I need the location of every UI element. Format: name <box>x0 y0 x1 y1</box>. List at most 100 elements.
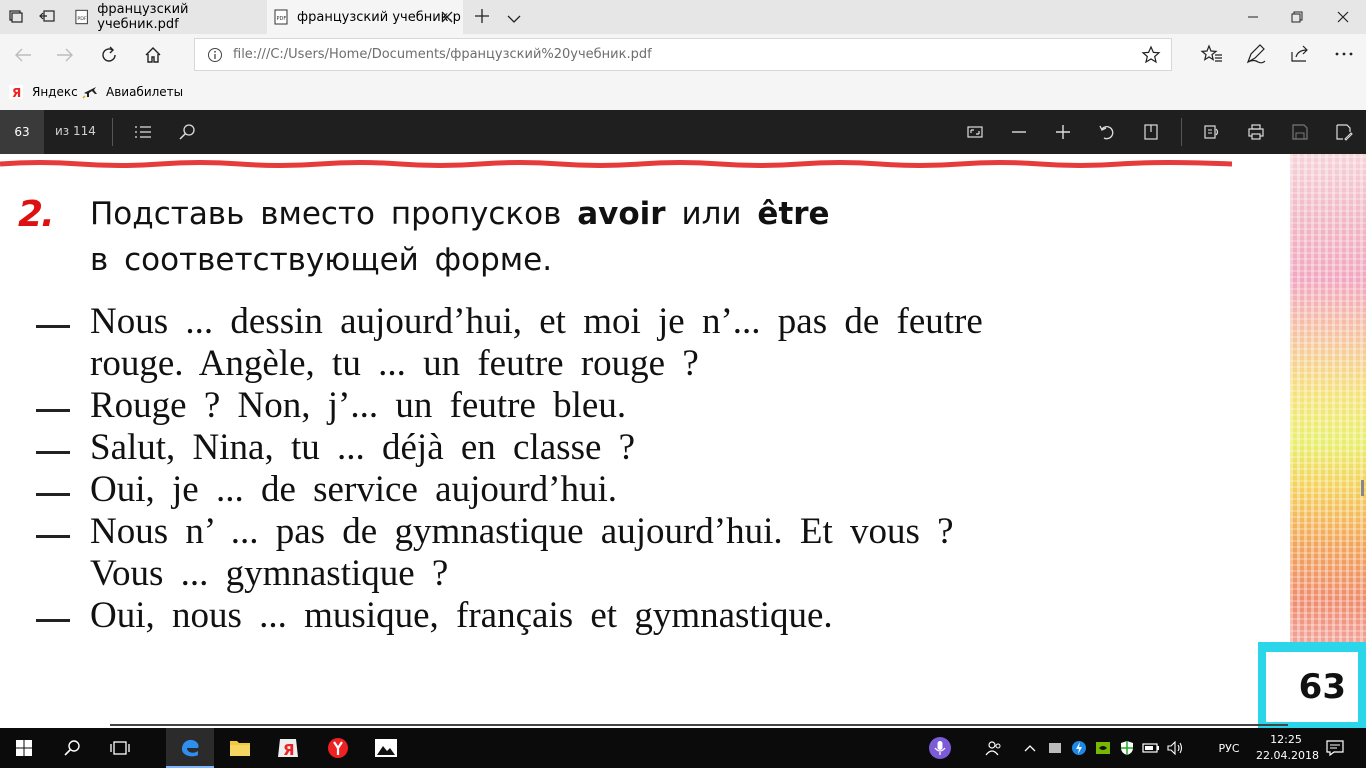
battery-button[interactable] <box>1142 728 1160 768</box>
airplane-icon <box>82 87 97 99</box>
windows-taskbar: Я РУС 12:25 22.04.2018 <box>0 728 1366 768</box>
table-of-contents-button[interactable] <box>127 116 159 148</box>
tab-pdf-2[interactable]: PDF французский учебник.p <box>267 0 463 34</box>
favorites-bar: Я Яндекс Авиабилеты <box>0 76 1366 110</box>
clock-date: 22.04.2018 <box>1256 749 1319 762</box>
dialogue-line: Nous n’ ... pas de gymnastique aujourd’h… <box>90 511 954 552</box>
start-button[interactable] <box>0 728 48 768</box>
save-as-icon <box>1336 124 1353 141</box>
show-hidden-icons-button[interactable] <box>1020 728 1040 768</box>
new-tab-icon[interactable] <box>474 8 490 28</box>
taskbar-yandex-browser[interactable]: Я <box>264 728 312 768</box>
zoom-in-button[interactable] <box>1047 116 1079 148</box>
taskbar-file-explorer[interactable] <box>216 728 264 768</box>
scrollbar-thumb[interactable] <box>1361 480 1364 496</box>
zoom-out-button[interactable] <box>1003 116 1035 148</box>
chevron-up-icon <box>1024 745 1036 752</box>
close-window-button[interactable] <box>1320 0 1366 34</box>
battery-icon <box>1142 743 1159 753</box>
rotate-button[interactable] <box>1091 116 1123 148</box>
page-number-badge: 63 <box>1258 642 1366 728</box>
page-bottom-rule <box>110 724 1288 726</box>
favorite-label: Авиабилеты <box>106 85 184 99</box>
pdf-toolbar: 63 из 114 <box>0 110 1366 154</box>
volume-button[interactable] <box>1166 728 1186 768</box>
yandex-icon <box>328 738 348 758</box>
taskbar-photos[interactable] <box>362 728 410 768</box>
tray-security-icon[interactable] <box>1118 728 1136 768</box>
photos-icon <box>375 739 397 757</box>
tray-nvidia-icon[interactable] <box>1094 728 1112 768</box>
tab-title: французский учебник.pdf <box>97 2 189 32</box>
more-menu-icon[interactable] <box>1332 42 1358 68</box>
lightning-icon <box>1072 741 1086 755</box>
minus-icon <box>1012 131 1026 133</box>
read-aloud-icon <box>1204 125 1219 139</box>
taskbar-yandex[interactable] <box>314 728 362 768</box>
forward-arrow-icon <box>57 48 73 62</box>
search-taskbar-button[interactable] <box>48 728 96 768</box>
page-layout-button[interactable] <box>1135 116 1167 148</box>
tab-list-chevron-icon[interactable] <box>506 10 522 29</box>
print-icon <box>1248 124 1264 140</box>
save-button[interactable] <box>1284 116 1316 148</box>
task-view-button[interactable] <box>96 728 144 768</box>
search-button[interactable] <box>171 116 203 148</box>
people-icon <box>985 741 1001 756</box>
favorite-aviabilety[interactable]: Авиабилеты <box>82 84 183 100</box>
minimize-button[interactable] <box>1230 0 1276 34</box>
close-icon <box>1337 11 1349 23</box>
dialogue-line: Salut, Nina, tu ... déjà en classe ? <box>90 427 636 468</box>
task-view-icon <box>110 741 130 755</box>
favorite-label: Яндекс <box>32 85 78 99</box>
svg-text:PDF: PDF <box>277 16 287 22</box>
svg-text:Я: Я <box>12 86 21 100</box>
tab-pdf-1[interactable]: PDF французский учебник.pdf <box>70 0 266 34</box>
read-aloud-button[interactable] <box>1196 116 1228 148</box>
tray-bolt-icon[interactable] <box>1070 728 1088 768</box>
close-tab-icon[interactable] <box>439 9 455 25</box>
taskbar-clock[interactable]: 12:25 22.04.2018 <box>1256 732 1319 764</box>
page-number: 63 <box>1266 652 1358 722</box>
save-as-button[interactable] <box>1328 116 1360 148</box>
favorite-star-icon[interactable] <box>1141 45 1161 65</box>
dialogue-line: Nous ... dessin aujourd’hui, et moi je n… <box>90 301 983 342</box>
fit-page-icon <box>967 126 983 138</box>
nvidia-icon <box>1096 742 1110 754</box>
action-center-button[interactable] <box>1322 728 1348 768</box>
edge-browser-icon <box>182 739 199 757</box>
tray-app-icon[interactable] <box>1046 728 1064 768</box>
print-button[interactable] <box>1240 116 1272 148</box>
forward-button[interactable] <box>48 38 82 72</box>
page-number-input[interactable]: 63 <box>0 110 44 154</box>
dialogue-dash <box>36 535 70 538</box>
save-disk-icon <box>1292 124 1308 140</box>
pdf-page-view[interactable]: 2. Подставь вместо пропусков avoir или ê… <box>0 154 1366 728</box>
refresh-button[interactable] <box>92 38 126 72</box>
cortana-mic-button[interactable] <box>926 728 954 768</box>
minimize-icon <box>1248 16 1258 18</box>
folder-icon <box>230 741 250 756</box>
favorite-yandex[interactable]: Я Яндекс <box>8 84 78 100</box>
share-icon[interactable] <box>1288 42 1314 68</box>
set-tabs-aside-icon[interactable] <box>38 8 56 28</box>
windows-logo-icon <box>16 740 32 756</box>
favorites-hub-icon[interactable] <box>1200 42 1226 68</box>
restore-button[interactable] <box>1274 0 1320 34</box>
contents-list-icon <box>135 126 151 138</box>
microphone-icon <box>929 737 951 759</box>
fit-to-page-button[interactable] <box>959 116 991 148</box>
home-button[interactable] <box>136 38 170 72</box>
svg-text:PDF: PDF <box>77 16 87 22</box>
address-bar[interactable]: file:///C:/Users/Home/Documents/французс… <box>194 38 1172 71</box>
info-icon[interactable] <box>207 47 223 63</box>
layout-icon <box>1144 124 1158 140</box>
exercise-instruction-line2: в соответствующей форме. <box>90 242 553 278</box>
dialogue-dash <box>36 325 70 328</box>
web-note-pen-icon[interactable] <box>1244 42 1270 68</box>
tab-preview-icon[interactable] <box>8 8 24 28</box>
language-indicator[interactable]: РУС <box>1212 728 1246 768</box>
back-button[interactable] <box>6 38 40 72</box>
people-button[interactable] <box>982 728 1006 768</box>
taskbar-edge[interactable] <box>166 728 214 768</box>
